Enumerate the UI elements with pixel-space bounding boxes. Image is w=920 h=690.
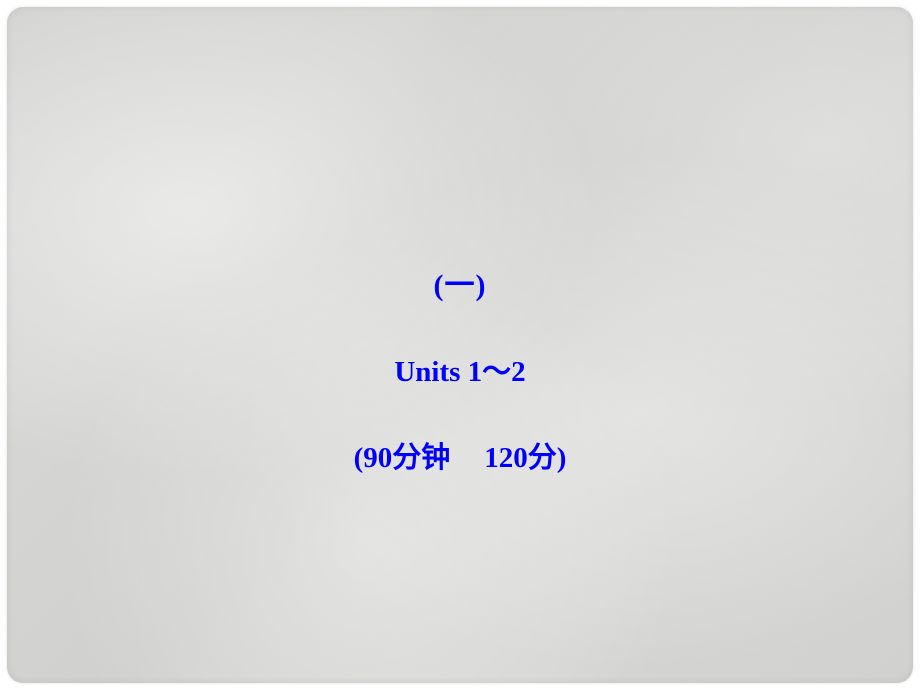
slide-content: (一) Units 1～2 (90分钟 120分) bbox=[354, 170, 567, 520]
title-line-2: Units 1～2 bbox=[354, 348, 567, 390]
score-text: 120分) bbox=[484, 442, 566, 474]
duration-text: (90分钟 bbox=[354, 442, 451, 474]
title-line-1: (一) bbox=[354, 260, 567, 304]
title-line-3: (90分钟 120分) bbox=[354, 434, 567, 476]
slide-container: (一) Units 1～2 (90分钟 120分) bbox=[7, 7, 913, 683]
